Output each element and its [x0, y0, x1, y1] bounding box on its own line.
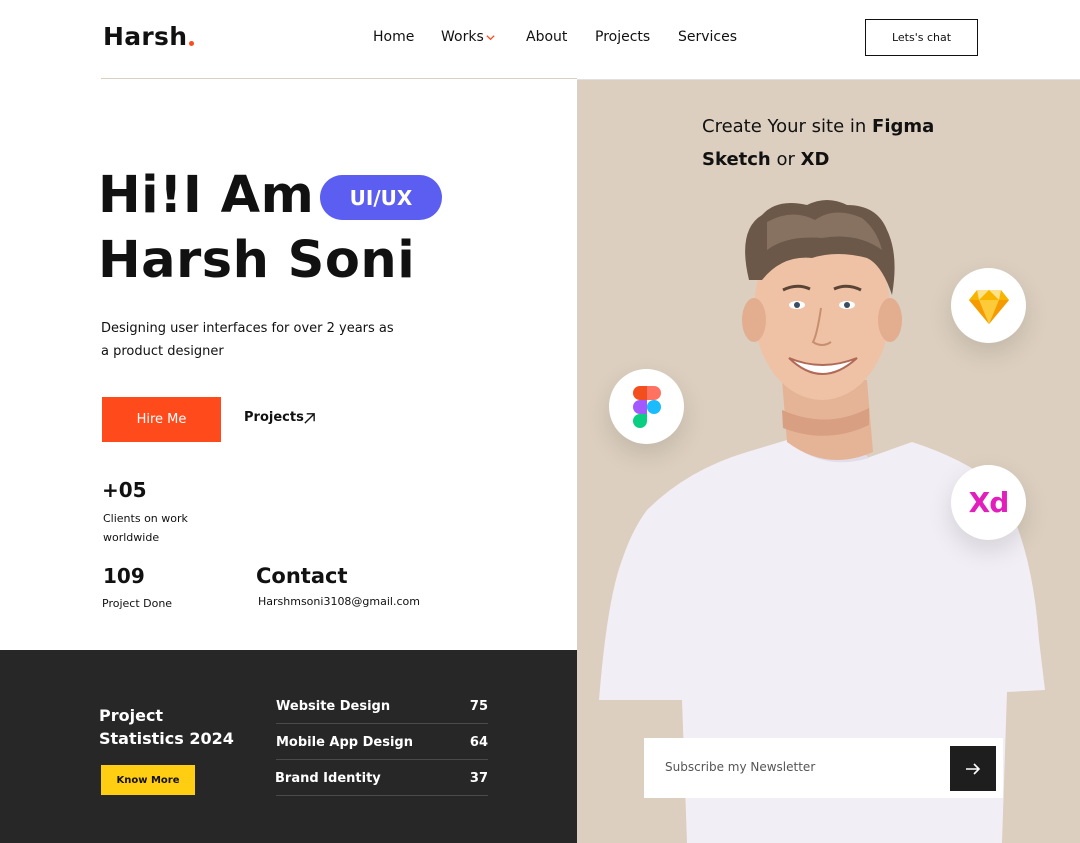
stat-row: Website Design 75	[276, 688, 488, 724]
projects-link[interactable]: Projects	[244, 410, 304, 425]
stat-row-value: 64	[469, 735, 488, 750]
projects-count: 109	[103, 564, 145, 588]
stat-row-name: Mobile App Design	[276, 735, 413, 750]
arrow-right-icon	[966, 762, 981, 775]
statistics-title: Project Statistics 2024	[99, 706, 234, 748]
hire-me-button[interactable]: Hire Me	[102, 397, 221, 442]
stat-row: Brand Identity 37	[275, 760, 488, 796]
header-divider	[101, 78, 577, 79]
projects-label: Project Done	[102, 597, 173, 610]
clients-label: Clients on work worldwide	[103, 512, 188, 544]
contact-title: Contact	[256, 564, 348, 588]
hero-image-panel: Create Your site in Figma Sketch or XD X…	[577, 80, 1080, 843]
figma-badge	[609, 369, 684, 444]
chevron-down-icon[interactable]	[485, 32, 496, 43]
project-statistics-section: Project Statistics 2024 Know More Websit…	[0, 650, 577, 843]
sketch-badge	[951, 268, 1026, 343]
xd-badge: Xd	[951, 465, 1026, 540]
stat-row-value: 37	[469, 771, 488, 786]
stat-row-name: Brand Identity	[275, 771, 381, 786]
arrow-up-right-icon[interactable]	[303, 412, 316, 425]
know-more-button[interactable]: Know More	[101, 765, 195, 795]
nav-about[interactable]: About	[526, 29, 567, 45]
figma-icon	[632, 385, 661, 428]
hero-description: Designing user interfaces for over 2 yea…	[101, 321, 394, 359]
stat-row-value: 75	[469, 699, 488, 714]
nav-works[interactable]: Works	[441, 29, 484, 45]
nav-home[interactable]: Home	[373, 29, 414, 45]
newsletter-form: Subscribe my Newsletter	[644, 738, 1003, 798]
sketch-icon	[968, 289, 1009, 324]
lets-chat-button[interactable]: Lets's chat	[865, 19, 978, 56]
contact-email[interactable]: Harshmsoni3108@gmail.com	[258, 595, 420, 608]
nav-services[interactable]: Services	[678, 29, 737, 45]
logo[interactable]: Harsh	[103, 22, 187, 51]
logo-dot	[189, 41, 194, 46]
hero-name: Harsh Soni	[98, 231, 416, 290]
stat-row-name: Website Design	[276, 699, 391, 714]
hero-greeting: Hi!I Am	[98, 166, 315, 225]
nav-projects[interactable]: Projects	[595, 29, 650, 45]
newsletter-submit-button[interactable]	[950, 746, 996, 791]
portrait-photo	[599, 200, 1045, 843]
clients-count: +05	[102, 478, 147, 502]
xd-icon: Xd	[968, 486, 1010, 519]
role-pill: UI/UX	[320, 175, 442, 220]
stat-row: Mobile App Design 64	[276, 724, 488, 760]
newsletter-input[interactable]: Subscribe my Newsletter	[665, 760, 815, 774]
